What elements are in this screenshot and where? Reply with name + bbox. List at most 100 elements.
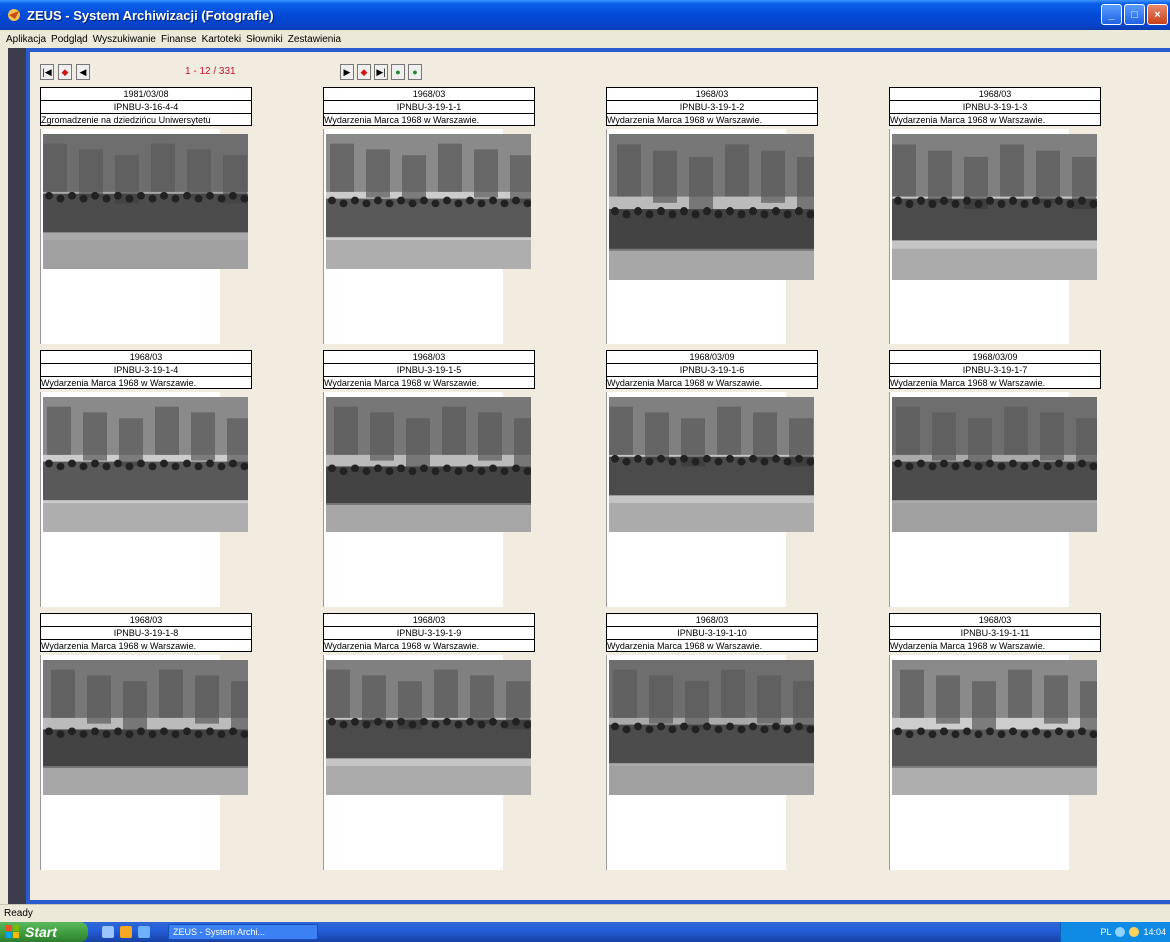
menu-wyszukiwanie[interactable]: Wyszukiwanie: [93, 34, 156, 45]
card-desc: Wydarzenia Marca 1968 w Warszawie.: [889, 113, 1101, 126]
maximize-button[interactable]: □: [1124, 4, 1145, 25]
quick-launch: [102, 926, 150, 938]
card-id: IPNBU-3-19-1-8: [40, 626, 252, 639]
card-date: 1968/03: [606, 87, 818, 100]
card-id: IPNBU-3-19-1-9: [323, 626, 535, 639]
menu-podglad[interactable]: Podgląd: [51, 34, 88, 45]
card-id: IPNBU-3-19-1-3: [889, 100, 1101, 113]
title-bar[interactable]: ZEUS - System Archiwizacji (Fotografie) …: [0, 0, 1170, 30]
menu-aplikacja[interactable]: Aplikacja: [6, 34, 46, 45]
card-date: 1968/03: [323, 613, 535, 626]
green-refresh-icon[interactable]: ●: [391, 64, 405, 80]
photo-card[interactable]: 1968/03 IPNBU-3-19-1-9 Wydarzenia Marca 19…: [323, 613, 535, 652]
card-date: 1968/03/09: [606, 350, 818, 363]
start-button[interactable]: Start: [0, 922, 88, 942]
tray-clock: 14:04: [1143, 927, 1166, 937]
first-icon[interactable]: |◀: [40, 64, 54, 80]
card-id: IPNBU-3-16-4-4: [40, 100, 252, 113]
photo-thumbnail[interactable]: [43, 134, 248, 269]
task-label: ZEUS - System Archi...: [173, 927, 266, 937]
last-icon[interactable]: ▶|: [374, 64, 388, 80]
menu-zestawienia[interactable]: Zestawienia: [288, 34, 341, 45]
photo-thumbnail[interactable]: [609, 660, 814, 795]
green-camera-icon[interactable]: ●: [408, 64, 422, 80]
taskbar-zeus-task[interactable]: ZEUS - System Archi...: [168, 924, 318, 940]
card-desc: Zgromadzenie na dziedzińcu Uniwersytetu: [40, 113, 252, 126]
page-counter: 1 - 12 / 331: [185, 66, 236, 77]
photo-thumbnail[interactable]: [43, 397, 248, 532]
folder-icon[interactable]: [120, 926, 132, 938]
menu-slowniki[interactable]: Słowniki: [246, 34, 283, 45]
close-button[interactable]: ×: [1147, 4, 1168, 25]
card-id: IPNBU-3-19-1-1: [323, 100, 535, 113]
next-icon[interactable]: ▶: [340, 64, 354, 80]
photo-card[interactable]: 1981/03/08 IPNBU-3-16-4-4 Zgromadzenie na …: [40, 87, 252, 126]
card-id: IPNBU-3-19-1-7: [889, 363, 1101, 376]
window-title: ZEUS - System Archiwizacji (Fotografie): [27, 7, 274, 23]
next-red-icon[interactable]: ◆: [357, 64, 371, 80]
photo-card[interactable]: 1968/03 IPNBU-3-19-1-8 Wydarzenia Marca 19…: [40, 613, 252, 652]
menu-bar: Aplikacja Podgląd Wyszukiwanie Finanse K…: [0, 30, 1170, 48]
card-id: IPNBU-3-19-1-4: [40, 363, 252, 376]
menu-kartoteki[interactable]: Kartoteki: [202, 34, 241, 45]
photo-card[interactable]: 1968/03 IPNBU-3-19-1-1 Wydarzenia Marca 19…: [323, 87, 535, 126]
photo-thumbnail[interactable]: [892, 397, 1097, 532]
status-bar: Ready: [0, 904, 1170, 922]
photo-card[interactable]: 1968/03 IPNBU-3-19-1-11 Wydarzenia Marca 1…: [889, 613, 1101, 652]
ie-icon[interactable]: [138, 926, 150, 938]
volume-icon[interactable]: [1129, 927, 1140, 937]
card-id: IPNBU-3-19-1-6: [606, 363, 818, 376]
photo-thumbnail[interactable]: [892, 134, 1097, 280]
photo-thumbnail[interactable]: [326, 134, 531, 269]
network-icon[interactable]: [1115, 927, 1126, 937]
card-id: IPNBU-3-19-1-11: [889, 626, 1101, 639]
card-date: 1968/03: [40, 613, 252, 626]
card-desc: Wydarzenia Marca 1968 w Warszawie.: [889, 376, 1101, 389]
system-tray: PL 14:04: [1060, 922, 1170, 942]
photo-card[interactable]: 1968/03 IPNBU-3-19-1-4 Wydarzenia Marca 19…: [40, 350, 252, 389]
photo-card[interactable]: 1968/03/09 IPNBU-3-19-1-6 Wydarzenia Marca…: [606, 350, 818, 389]
prev-red-icon[interactable]: ◆: [58, 64, 72, 80]
photo-thumbnail[interactable]: [892, 660, 1097, 795]
card-date: 1968/03: [889, 613, 1101, 626]
card-desc: Wydarzenia Marca 1968 w Warszawie.: [40, 639, 252, 652]
card-desc: Wydarzenia Marca 1968 w Warszawie.: [323, 639, 535, 652]
left-panel-bar: [8, 48, 26, 904]
nav-left-group: |◀ ◆ ◀: [40, 64, 90, 80]
card-date: 1968/03: [323, 350, 535, 363]
minimize-button[interactable]: _: [1101, 4, 1122, 25]
card-date: 1968/03: [323, 87, 535, 100]
card-desc: Wydarzenia Marca 1968 w Warszawie.: [889, 639, 1101, 652]
card-date: 1968/03/09: [889, 350, 1101, 363]
photo-thumbnail[interactable]: [609, 134, 814, 280]
tray-language[interactable]: PL: [1100, 927, 1111, 937]
windows-flag-icon: [6, 925, 19, 938]
card-date: 1968/03: [889, 87, 1101, 100]
browser-icon[interactable]: [102, 926, 114, 938]
photo-thumbnail[interactable]: [609, 397, 814, 532]
photo-card[interactable]: 1968/03 IPNBU-3-19-1-5 Wydarzenia Marca 19…: [323, 350, 535, 389]
card-id: IPNBU-3-19-1-10: [606, 626, 818, 639]
photo-thumbnail[interactable]: [326, 397, 531, 532]
card-desc: Wydarzenia Marca 1968 w Warszawie.: [606, 113, 818, 126]
prev-icon[interactable]: ◀: [76, 64, 90, 80]
card-id: IPNBU-3-19-1-5: [323, 363, 535, 376]
card-desc: Wydarzenia Marca 1968 w Warszawie.: [40, 376, 252, 389]
card-desc: Wydarzenia Marca 1968 w Warszawie.: [606, 639, 818, 652]
photo-card[interactable]: 1968/03/09 IPNBU-3-19-1-7 Wydarzenia Marca…: [889, 350, 1101, 389]
photo-thumbnail[interactable]: [43, 660, 248, 795]
card-desc: Wydarzenia Marca 1968 w Warszawie.: [323, 376, 535, 389]
photo-card[interactable]: 1968/03 IPNBU-3-19-1-3 Wydarzenia Marca 19…: [889, 87, 1101, 126]
card-date: 1968/03: [606, 613, 818, 626]
photo-thumbnail[interactable]: [326, 660, 531, 795]
window-controls: _ □ ×: [1101, 4, 1168, 25]
app-window: ZEUS - System Archiwizacji (Fotografie) …: [0, 0, 1170, 942]
card-date: 1981/03/08: [40, 87, 252, 100]
nav-right-group: ▶ ◆ ▶| ● ●: [340, 64, 422, 80]
menu-finanse[interactable]: Finanse: [161, 34, 197, 45]
photo-card[interactable]: 1968/03 IPNBU-3-19-1-2 Wydarzenia Marca 19…: [606, 87, 818, 126]
card-desc: Wydarzenia Marca 1968 w Warszawie.: [323, 113, 535, 126]
zeus-app-icon: [8, 9, 20, 21]
photo-card[interactable]: 1968/03 IPNBU-3-19-1-10 Wydarzenia Marca 1…: [606, 613, 818, 652]
taskbar: Start ZEUS - System Archi... PL 14:04: [0, 922, 1170, 942]
